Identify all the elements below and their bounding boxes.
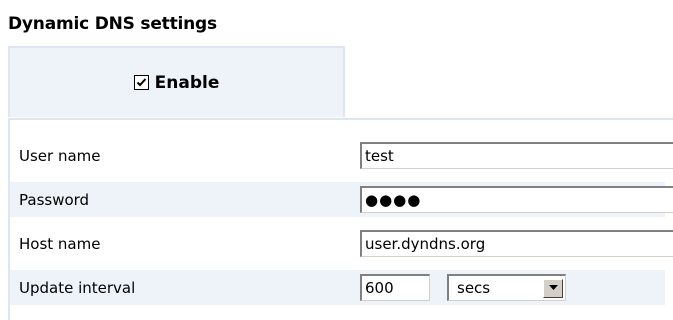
chevron-down-icon — [548, 285, 558, 290]
interval-unit-value: secs — [457, 279, 491, 297]
enable-label: Enable — [154, 72, 220, 93]
enable-checkbox[interactable] — [133, 75, 149, 90]
row-interval: Update interval secs — [10, 270, 665, 305]
password-input[interactable] — [360, 186, 673, 213]
interval-label: Update interval — [19, 278, 136, 297]
row-hostname: Host name — [10, 226, 673, 261]
section-title: Dynamic DNS settings — [8, 14, 217, 34]
dynamic-dns-page: Dynamic DNS settings Enable User name Pa… — [0, 0, 673, 320]
interval-unit-select[interactable]: secs — [447, 274, 566, 301]
enable-tab: Enable — [8, 46, 345, 117]
checkmark-icon — [136, 78, 146, 87]
hostname-input[interactable] — [360, 230, 673, 257]
row-password: Password — [10, 182, 673, 217]
row-username: User name — [10, 138, 673, 173]
password-label: Password — [19, 190, 90, 209]
username-input[interactable] — [360, 142, 673, 169]
dropdown-button[interactable] — [543, 278, 563, 298]
enable-toggle[interactable]: Enable — [133, 72, 220, 93]
hostname-label: Host name — [19, 234, 101, 253]
username-label: User name — [19, 146, 101, 165]
interval-input[interactable] — [360, 274, 430, 301]
